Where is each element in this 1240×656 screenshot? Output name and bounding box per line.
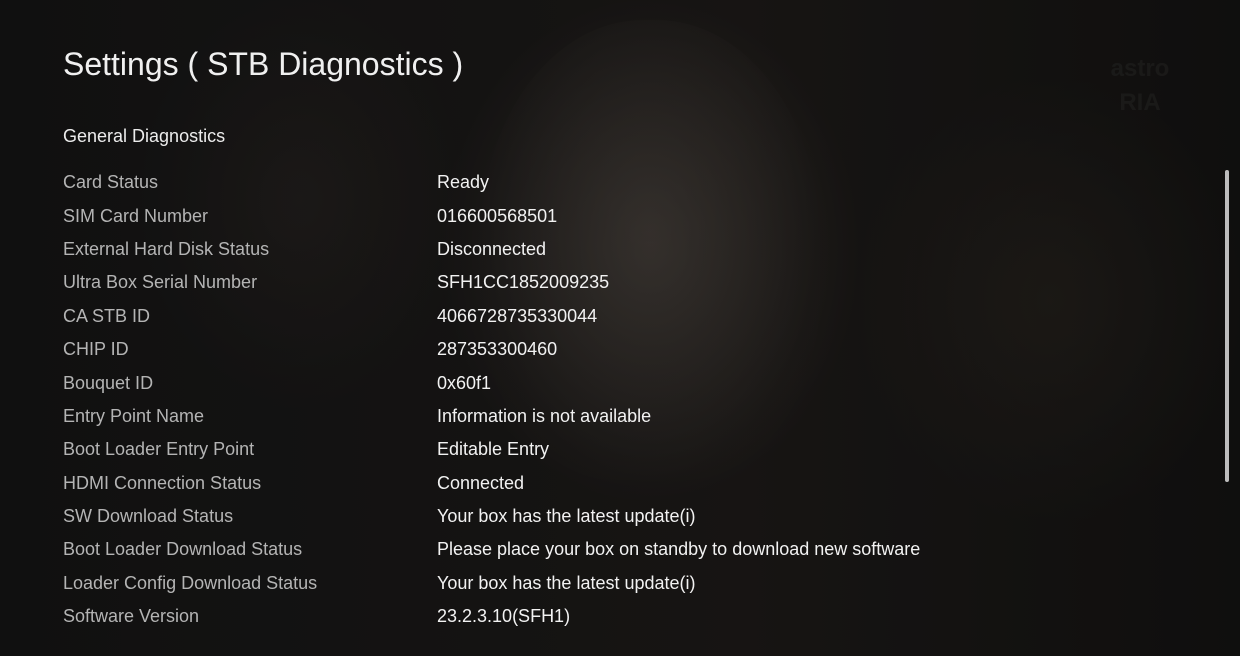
diagnostic-label: Software Version — [63, 606, 200, 627]
diagnostic-value: 287353300460 — [437, 339, 558, 360]
diagnostic-row: Loader Config Download Status Your box h… — [63, 567, 1163, 600]
diagnostic-value: Editable Entry — [437, 439, 550, 460]
diagnostic-label: Entry Point Name — [63, 405, 205, 426]
diagnostic-value: SFH1CC1852009235 — [437, 272, 610, 293]
diagnostic-label: SIM Card Number — [63, 205, 209, 226]
diagnostic-value: Your box has the latest update(i) — [437, 572, 696, 593]
stb-diagnostics-screen: astro RIA Settings ( STB Diagnostics ) G… — [0, 0, 1240, 656]
diagnostic-value: 0x60f1 — [437, 372, 492, 393]
diagnostic-row: HDMI Connection Status Connected — [63, 467, 1163, 500]
diagnostic-label: Boot Loader Entry Point — [63, 439, 255, 460]
diagnostic-row: Entry Point Name Information is not avai… — [63, 400, 1163, 433]
diagnostic-row: External Hard Disk Status Disconnected — [63, 233, 1163, 266]
diagnostic-value: 016600568501 — [437, 205, 558, 226]
diagnostic-label: Ultra Box Serial Number — [63, 272, 258, 293]
diagnostic-value: Please place your box on standby to down… — [437, 539, 921, 560]
diagnostic-value: Ready — [437, 172, 490, 193]
diagnostic-label: Loader Config Download Status — [63, 572, 318, 593]
diagnostic-row: Software Version 23.2.3.10(SFH1) — [63, 600, 1163, 633]
diagnostic-label: SW Download Status — [63, 506, 234, 527]
diagnostic-row: SW Download Status Your box has the late… — [63, 500, 1163, 533]
diagnostic-value: Your box has the latest update(i) — [437, 506, 696, 527]
diagnostic-label: Boot Loader Download Status — [63, 539, 303, 560]
diagnostic-row: Boot Loader Download Status Please place… — [63, 533, 1163, 566]
diagnostic-label: CHIP ID — [63, 339, 129, 360]
diagnostic-value: Connected — [437, 472, 525, 493]
diagnostic-label: HDMI Connection Status — [63, 472, 262, 493]
diagnostic-label: External Hard Disk Status — [63, 238, 270, 259]
scrollbar[interactable] — [1225, 170, 1229, 482]
diagnostic-row: SIM Card Number 016600568501 — [63, 199, 1163, 232]
diagnostic-row: CA STB ID 4066728735330044 — [63, 300, 1163, 333]
diagnostic-label: Bouquet ID — [63, 372, 154, 393]
diagnostic-value: Information is not available — [437, 405, 652, 426]
diagnostic-value: 23.2.3.10(SFH1) — [437, 606, 571, 627]
diagnostic-value: 4066728735330044 — [437, 305, 598, 326]
diagnostic-row: Boot Loader Entry Point Editable Entry — [63, 433, 1163, 466]
diagnostic-row: CHIP ID 287353300460 — [63, 333, 1163, 366]
section-title: General Diagnostics — [63, 126, 226, 146]
diagnostic-row: Ultra Box Serial Number SFH1CC1852009235 — [63, 266, 1163, 299]
diagnostic-row: Card Status Ready — [63, 166, 1163, 199]
diagnostic-row: Bouquet ID 0x60f1 — [63, 366, 1163, 399]
diagnostic-value: Disconnected — [437, 238, 547, 259]
diagnostic-label: Card Status — [63, 172, 159, 193]
diagnostic-label: CA STB ID — [63, 305, 151, 326]
diagnostics-list[interactable]: Card Status Ready SIM Card Number 016600… — [63, 166, 1163, 633]
page-title: Settings ( STB Diagnostics ) — [63, 46, 464, 82]
